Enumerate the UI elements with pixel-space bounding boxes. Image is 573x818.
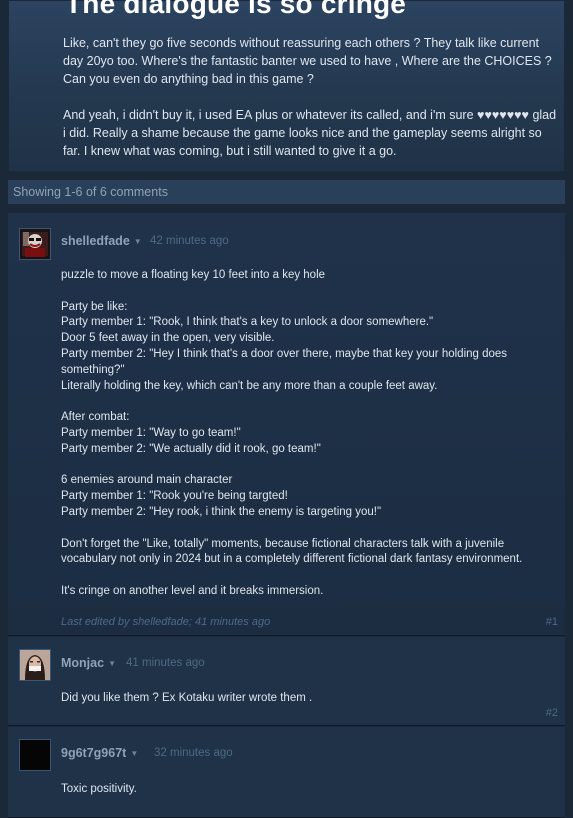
caret-down-icon[interactable]: ▼ [108, 659, 116, 668]
comment: shelledfade ▼ 42 minutes ago puzzle to mo… [8, 213, 565, 636]
comment-paragraph: puzzle to move a floating key 10 feet in… [61, 268, 558, 284]
avatar[interactable] [19, 739, 51, 771]
comment-paragraph: It's cringe on another level and it brea… [61, 584, 558, 600]
comment-author[interactable]: shelledfade ▼ [61, 234, 142, 248]
post-number[interactable]: #1 [546, 616, 558, 628]
comment-line: puzzle to move a floating key 10 feet in… [61, 269, 326, 281]
comment-paragraph: After combat: Party member 1: "Way to go… [61, 410, 558, 457]
original-post: The dialogue is so cringe Like, can't th… [8, 0, 565, 172]
comment-text: Did you like them ? Ex Kotaku writer wro… [61, 692, 313, 704]
comment-line: Party member 1: "Rook, I think that's a … [61, 316, 434, 329]
caret-down-icon[interactable]: ▼ [134, 237, 142, 246]
comment-line: Party member 2: "Hey I think that's a do… [61, 347, 508, 376]
avatar[interactable] [19, 228, 51, 260]
comment-paragraph: Don't forget the "Like, totally" moments… [61, 537, 558, 569]
comment-timestamp: 41 minutes ago [126, 657, 205, 669]
comment-paragraph: Party be like: Party member 1: "Rook, I … [61, 300, 558, 395]
author-name[interactable]: Monjac [61, 656, 104, 670]
comment-text: Toxic positivity. [61, 783, 137, 795]
topic-paragraph: Like, can't they go five seconds without… [63, 36, 552, 86]
comment-line: After combat: [61, 411, 130, 424]
comment-author[interactable]: 9g6t7g967t ▼ [61, 746, 138, 760]
comment-timestamp: 42 minutes ago [150, 235, 229, 247]
comments-count-bar: Showing 1-6 of 6 comments [8, 180, 565, 204]
avatar[interactable] [19, 649, 51, 681]
post-number[interactable]: #2 [546, 707, 558, 719]
avatar-image [20, 650, 50, 680]
edited-by[interactable]: shelledfade [133, 616, 189, 628]
comment-line: Party member 1: "Rook you're being targt… [61, 490, 288, 503]
comment-text: puzzle to move a floating key 10 feet in… [61, 268, 558, 616]
comment-line: Party member 2: "We actually did it rook… [61, 442, 321, 455]
avatar-image [20, 740, 50, 770]
comment-line: Door 5 feet away in the open, very visib… [61, 332, 275, 345]
comment-timestamp: 32 minutes ago [154, 747, 233, 759]
comments-count: Showing 1-6 of 6 comments [13, 185, 168, 199]
comment: 9g6t7g967t ▼ 32 minutes ago Toxic positiv… [8, 727, 565, 818]
edited-time: 41 minutes ago [194, 616, 271, 628]
comment-line: Party member 2: "Hey rook, i think the e… [61, 505, 382, 518]
edited-note: Last edited by shelledfade; 41 minutes a… [61, 616, 271, 628]
author-name[interactable]: shelledfade [61, 234, 130, 248]
topic-title: The dialogue is so cringe [65, 0, 407, 19]
comment-author[interactable]: Monjac ▼ [61, 656, 116, 670]
comment-line: Don't forget the "Like, totally" moments… [61, 537, 523, 566]
comment-line: Party be like: [61, 300, 128, 313]
edited-prefix: Last edited by [61, 616, 130, 628]
comment-line: It's cringe on another level and it brea… [61, 584, 324, 597]
author-name[interactable]: 9g6t7g967t [61, 746, 126, 760]
caret-down-icon[interactable]: ▼ [130, 749, 138, 758]
comment-paragraph: 6 enemies around main character Party me… [61, 473, 558, 520]
comment-line: Party member 1: "Way to go team!" [61, 426, 241, 439]
topic-paragraph: And yeah, i didn't buy it, i used EA plu… [63, 108, 557, 158]
comment: Monjac ▼ 41 minutes ago Did you like them… [8, 637, 565, 726]
comment-line: Literally holding the key, which can't b… [61, 379, 438, 392]
topic-body: Like, can't they go five seconds without… [63, 34, 561, 178]
comment-line: 6 enemies around main character [61, 474, 233, 487]
avatar-image [20, 229, 50, 259]
